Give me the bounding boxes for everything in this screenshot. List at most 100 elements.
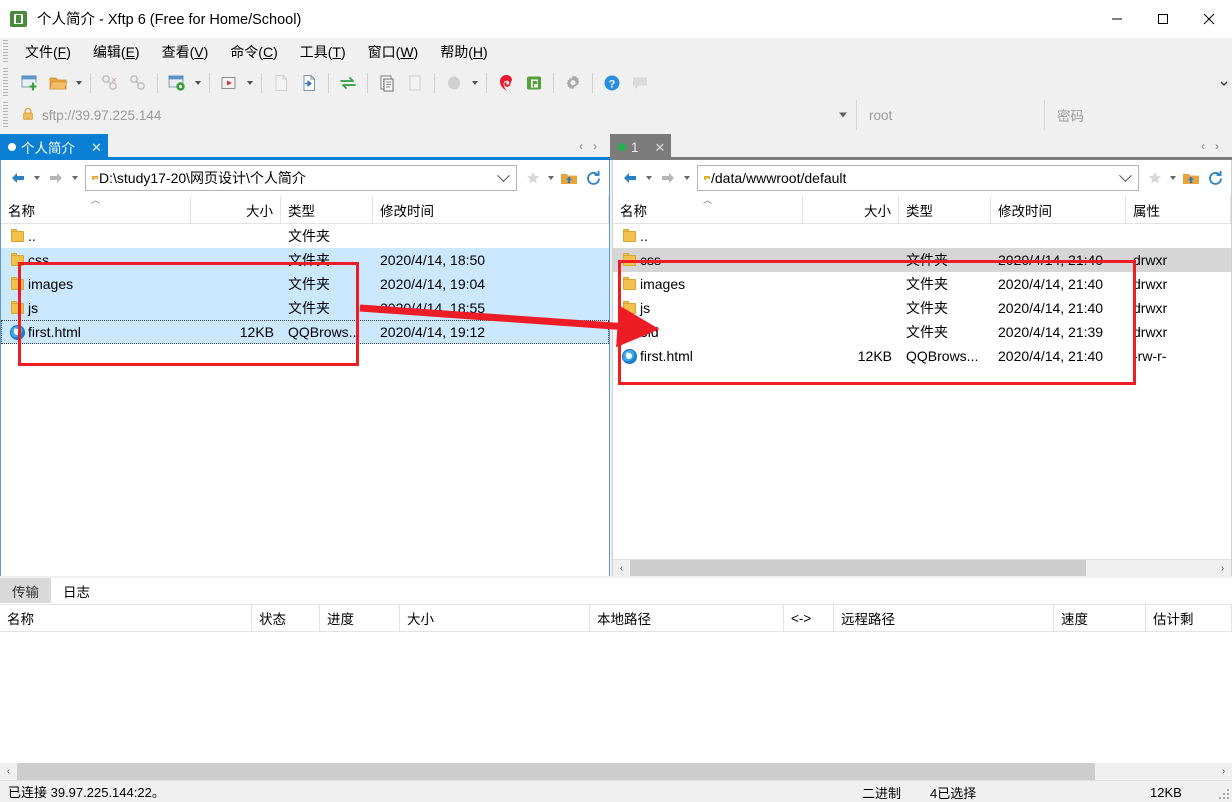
local-column-header-size[interactable]: 大小 bbox=[191, 196, 281, 223]
session-properties-dropdown-caret-icon[interactable] bbox=[191, 69, 204, 97]
scroll-track[interactable] bbox=[17, 763, 1215, 780]
menu-command[interactable]: 命令(C) bbox=[219, 39, 288, 65]
bookmark-button[interactable] bbox=[1143, 165, 1167, 191]
refresh-button[interactable] bbox=[1203, 165, 1227, 191]
table-row[interactable]: css 文件夹 2020/4/14, 18:50 bbox=[1, 248, 609, 272]
transfer-column-header-status[interactable]: 状态 bbox=[252, 605, 320, 631]
xftp-icon[interactable] bbox=[520, 69, 548, 97]
table-row[interactable]: first.html 12KB QQBrows... 2020/4/14, 19:12 bbox=[1, 320, 609, 344]
back-button[interactable] bbox=[617, 165, 643, 191]
table-row[interactable]: .. 文件夹 bbox=[1, 224, 609, 248]
transfer-column-header-remote[interactable]: 远程路径 bbox=[834, 605, 1054, 631]
tab-transfers[interactable]: 传输 bbox=[0, 578, 51, 603]
table-row[interactable]: .. bbox=[613, 224, 1231, 248]
open-folder-icon[interactable] bbox=[44, 69, 72, 97]
transfer-column-header-size[interactable]: 大小 bbox=[400, 605, 590, 631]
menu-edit[interactable]: 编辑(E) bbox=[82, 39, 151, 65]
transfer-column-header-dir[interactable]: <-> bbox=[784, 605, 834, 631]
tab-scroll-next-icon[interactable]: › bbox=[588, 139, 602, 153]
password-input[interactable]: 密码 bbox=[1044, 100, 1232, 130]
xshell-icon[interactable] bbox=[492, 69, 520, 97]
back-history-caret-icon[interactable] bbox=[643, 165, 655, 191]
forward-button[interactable] bbox=[43, 165, 69, 191]
chevron-down-icon[interactable] bbox=[1119, 168, 1132, 182]
options-icon[interactable] bbox=[559, 69, 587, 97]
forward-history-caret-icon[interactable] bbox=[681, 165, 693, 191]
local-column-header-name[interactable]: 名称 ︿ bbox=[1, 196, 191, 223]
remote-horizontal-scrollbar[interactable]: ‹ › bbox=[613, 559, 1231, 577]
local-column-header-type[interactable]: 类型 bbox=[281, 196, 373, 223]
transfer-list[interactable] bbox=[0, 632, 1232, 763]
tab-close-icon[interactable]: ✕ bbox=[91, 141, 102, 154]
local-column-header-modified[interactable]: 修改时间 bbox=[373, 196, 609, 223]
scroll-track[interactable] bbox=[630, 559, 1214, 577]
resize-grip-icon[interactable] bbox=[1218, 788, 1230, 800]
username-input[interactable]: root bbox=[856, 100, 1044, 130]
transfer-column-header-eta[interactable]: 估计剩 bbox=[1146, 605, 1232, 631]
session-properties-icon[interactable] bbox=[163, 69, 191, 97]
table-row[interactable]: js 文件夹 2020/4/14, 18:55 bbox=[1, 296, 609, 320]
refresh-button[interactable] bbox=[581, 165, 605, 191]
run-dropdown-caret-icon[interactable] bbox=[243, 69, 256, 97]
bookmark-caret-icon[interactable] bbox=[545, 165, 557, 191]
transfer-column-header-name[interactable]: 名称 bbox=[0, 605, 252, 631]
scroll-left-icon[interactable]: ‹ bbox=[0, 763, 17, 780]
minimize-button[interactable] bbox=[1094, 0, 1140, 38]
scroll-thumb[interactable] bbox=[17, 763, 1096, 780]
tab-scroll-prev-icon[interactable]: ‹ bbox=[1196, 139, 1210, 153]
bookmark-button[interactable] bbox=[521, 165, 545, 191]
scroll-left-icon[interactable]: ‹ bbox=[613, 560, 630, 577]
remote-column-header-name[interactable]: 名称 ︿ bbox=[613, 196, 803, 223]
chevron-down-icon[interactable] bbox=[497, 168, 510, 182]
tab-scroll-next-icon[interactable]: › bbox=[1210, 139, 1224, 153]
scroll-right-icon[interactable]: › bbox=[1214, 560, 1231, 577]
transfer-horizontal-scrollbar[interactable]: ‹ › bbox=[0, 763, 1232, 780]
close-button[interactable] bbox=[1186, 0, 1232, 38]
local-file-list[interactable]: .. 文件夹 css 文件夹 2020/4/14, 18:50 images 文件夹 2020… bbox=[1, 224, 609, 576]
transfer-mode-dropdown-caret-icon[interactable] bbox=[468, 69, 481, 97]
remote-file-list[interactable]: .. css 文件夹 2020/4/14, 21:40 drwxr images 文件夹 20… bbox=[613, 224, 1231, 559]
transfer-mode-icon[interactable] bbox=[440, 69, 468, 97]
scroll-right-icon[interactable]: › bbox=[1215, 763, 1232, 780]
table-row[interactable]: js 文件夹 2020/4/14, 21:40 drwxr bbox=[613, 296, 1231, 320]
copy-path-icon[interactable] bbox=[373, 69, 401, 97]
go-up-folder-button[interactable] bbox=[1179, 165, 1203, 191]
remote-column-header-attr[interactable]: 属性 bbox=[1126, 196, 1231, 223]
toolbar-overflow-caret-icon[interactable] bbox=[1216, 69, 1232, 97]
new-session-icon[interactable] bbox=[16, 69, 44, 97]
forward-history-caret-icon[interactable] bbox=[69, 165, 81, 191]
table-row[interactable]: css 文件夹 2020/4/14, 21:40 drwxr bbox=[613, 248, 1231, 272]
bookmark-caret-icon[interactable] bbox=[1167, 165, 1179, 191]
chevron-down-icon[interactable] bbox=[839, 112, 847, 118]
remote-path-input[interactable]: /data/wwwroot/default bbox=[697, 165, 1139, 191]
remote-column-header-type[interactable]: 类型 bbox=[899, 196, 991, 223]
local-path-input[interactable]: D:\study17-20\网页设计\个人简介 bbox=[85, 165, 517, 191]
scroll-thumb[interactable] bbox=[630, 559, 1086, 577]
table-row[interactable]: images 文件夹 2020/4/14, 19:04 bbox=[1, 272, 609, 296]
remote-column-header-size[interactable]: 大小 bbox=[803, 196, 899, 223]
menu-help[interactable]: 帮助(H) bbox=[429, 39, 498, 65]
back-history-caret-icon[interactable] bbox=[31, 165, 43, 191]
run-icon[interactable] bbox=[215, 69, 243, 97]
host-url-input[interactable]: sftp://39.97.225.144 bbox=[13, 100, 856, 130]
help-icon[interactable]: ? bbox=[598, 69, 626, 97]
tab-close-icon[interactable]: ✕ bbox=[655, 141, 666, 154]
forward-button[interactable] bbox=[655, 165, 681, 191]
table-row[interactable]: old 文件夹 2020/4/14, 21:39 drwxr bbox=[613, 320, 1231, 344]
menu-tools[interactable]: 工具(T) bbox=[289, 39, 357, 65]
transfer-column-header-progress[interactable]: 进度 bbox=[320, 605, 400, 631]
transfer-column-header-speed[interactable]: 速度 bbox=[1054, 605, 1146, 631]
back-button[interactable] bbox=[5, 165, 31, 191]
transfer-column-header-local[interactable]: 本地路径 bbox=[590, 605, 784, 631]
table-row[interactable]: first.html 12KB QQBrows... 2020/4/14, 21:40… bbox=[613, 344, 1231, 368]
tab-scroll-prev-icon[interactable]: ‹ bbox=[574, 139, 588, 153]
menu-view[interactable]: 查看(V) bbox=[151, 39, 220, 65]
transfer-file-icon[interactable] bbox=[295, 69, 323, 97]
sync-browsing-icon[interactable] bbox=[334, 69, 362, 97]
menu-window[interactable]: 窗口(W) bbox=[357, 39, 430, 65]
go-up-folder-button[interactable] bbox=[557, 165, 581, 191]
remote-column-header-modified[interactable]: 修改时间 bbox=[991, 196, 1126, 223]
open-folder-dropdown-caret-icon[interactable] bbox=[72, 69, 85, 97]
maximize-button[interactable] bbox=[1140, 0, 1186, 38]
table-row[interactable]: images 文件夹 2020/4/14, 21:40 drwxr bbox=[613, 272, 1231, 296]
